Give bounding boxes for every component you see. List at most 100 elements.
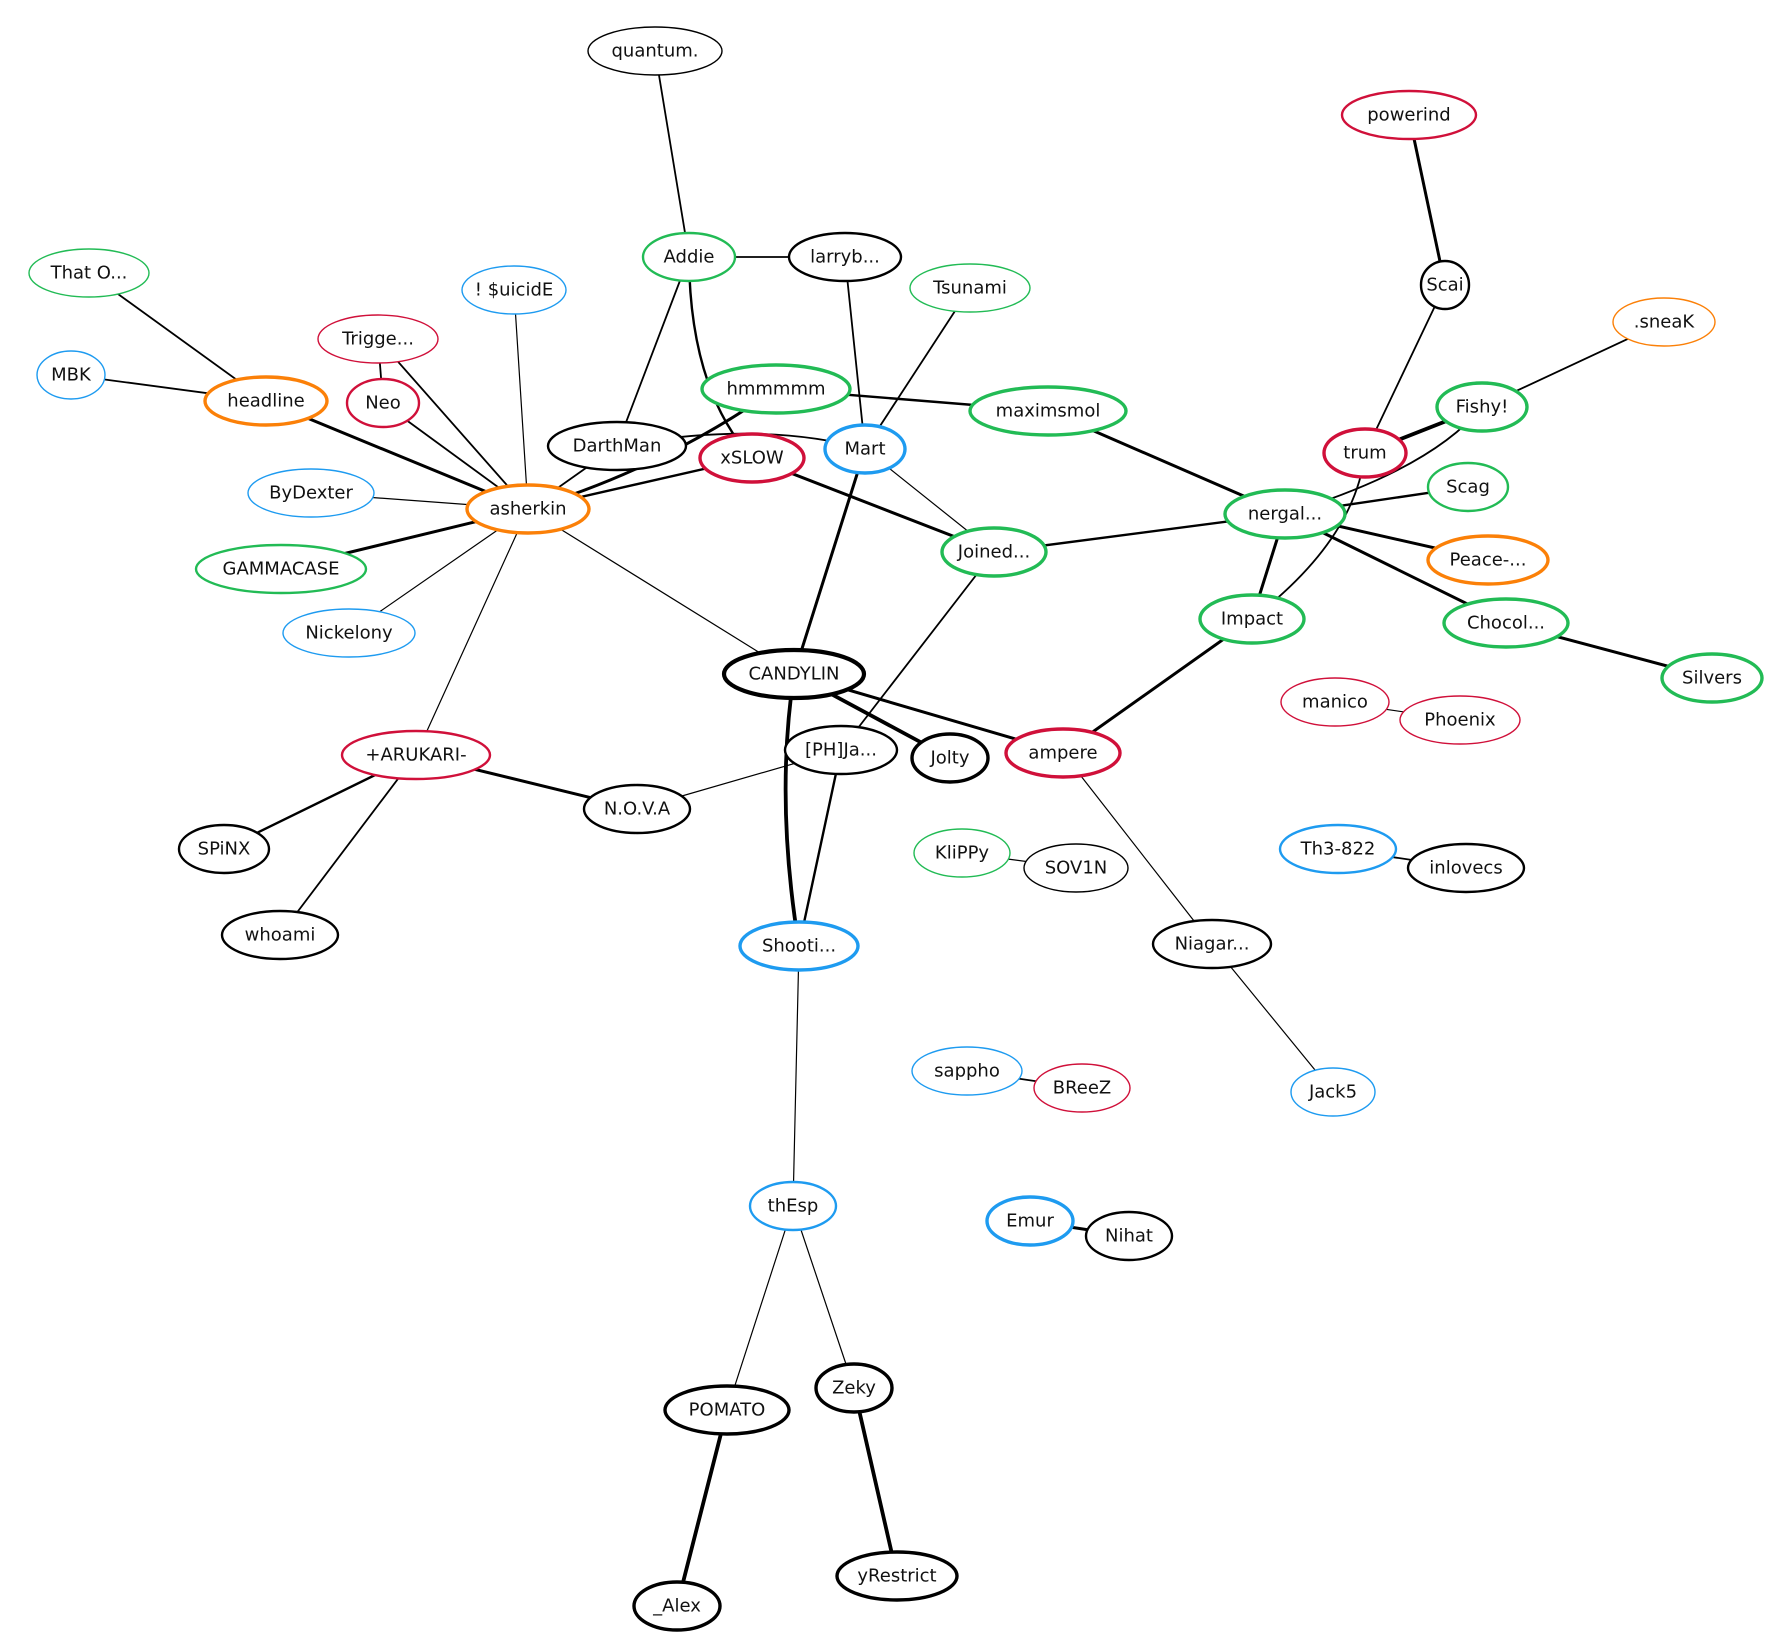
node-th3822[interactable]: Th3-822 [1278,823,1398,875]
node-klippy[interactable]: KliPPy [913,828,1011,878]
node-nova[interactable]: N.O.V.A [582,783,692,835]
node-sappho[interactable]: sappho [911,1046,1023,1096]
node-niagar[interactable]: Niagar... [1151,918,1273,970]
node-hmmmmm[interactable]: hmmmmm [700,363,852,415]
node-gammacase[interactable]: GAMMACASE [194,543,368,595]
node-label: CANDYLIN [748,664,839,685]
node-pomato[interactable]: POMATO [663,1384,791,1436]
node-trum[interactable]: trum [1322,427,1408,479]
node-label: thEsp [768,1196,819,1217]
edge-larryb-mart [844,256,866,450]
node-label: .sneaK [1634,312,1696,333]
node-thesp[interactable]: thEsp [748,1180,838,1232]
node-powerind[interactable]: powerind [1340,89,1478,141]
edge-joined-phja [840,551,995,751]
node-phja[interactable]: [PH]Ja... [783,724,899,776]
node-label: Scai [1426,275,1463,296]
node-jolty[interactable]: Jolty [910,732,990,784]
node-candylin[interactable]: CANDYLIN [721,647,867,701]
node-label: manico [1302,692,1368,713]
edge-zeky-yrestrict [852,1386,899,1578]
node-label: Shooti... [762,936,836,957]
node-label: [PH]Ja... [805,740,877,761]
node-label: sappho [934,1061,1000,1082]
node-larryb[interactable]: larryb... [787,231,903,283]
node-suicide[interactable]: ! $uicidE [461,265,567,315]
node-label: xSLOW [720,448,784,469]
node-addie[interactable]: Addie [641,231,737,283]
node-chocol[interactable]: Chocol... [1442,597,1570,649]
node-fishy[interactable]: Fishy! [1435,381,1529,433]
node-impact[interactable]: Impact [1198,593,1306,645]
node-headline[interactable]: headline [203,375,329,427]
node-emur[interactable]: Emur [985,1195,1075,1247]
node-neo[interactable]: Neo [345,377,421,429]
node-label: Peace-... [1450,550,1527,571]
node-label: Jolty [929,748,969,769]
node-label: trum [1343,443,1386,464]
node-label: KliPPy [935,843,990,864]
edge-thesp-pomato [726,1205,794,1411]
node-scag[interactable]: Scag [1426,461,1510,513]
node-label: Jack5 [1308,1082,1357,1103]
node-joined[interactable]: Joined... [940,526,1048,578]
node-breez[interactable]: BReeZ [1033,1063,1131,1113]
node-nergal[interactable]: nergal... [1223,488,1347,540]
node-spinx[interactable]: SPiNX [177,823,271,875]
node-label: SOV1N [1045,858,1108,879]
edge-mart-candylin [792,447,867,676]
node-maximsmol[interactable]: maximsmol [968,385,1128,437]
node-inlovecs[interactable]: inlovecs [1406,842,1526,894]
node-label: Phoenix [1424,710,1496,731]
node-jack5[interactable]: Jack5 [1290,1067,1376,1117]
node-bydexter[interactable]: ByDexter [247,468,375,518]
node-silvers[interactable]: Silvers [1660,652,1764,704]
node-nickelony[interactable]: Nickelony [282,608,416,658]
node-label: That O... [50,263,128,284]
node-label: Emur [1006,1211,1054,1232]
node-mbk[interactable]: MBK [36,350,106,400]
node-sneak[interactable]: .sneaK [1612,297,1716,347]
node-arukari[interactable]: +ARUKARI- [340,729,492,781]
node-label: Joined... [957,542,1030,563]
edge-candylin-shooti [783,672,801,948]
node-ampere[interactable]: ampere [1004,727,1122,779]
node-trigge[interactable]: Trigge... [317,314,439,364]
node-label: _Alex [652,1596,701,1617]
node-mart[interactable]: Mart [823,423,907,475]
node-label: ByDexter [269,483,353,504]
edge-arukari-whoami [279,754,417,936]
node-yrestrict[interactable]: yRestrict [835,1550,959,1602]
node-scai[interactable]: Scai [1419,259,1471,311]
node-whoami[interactable]: whoami [220,909,340,961]
node-zeky[interactable]: Zeky [814,1362,894,1414]
node-darthman[interactable]: DarthMan [546,420,688,472]
node-label: asherkin [489,499,566,520]
node-label: SPiNX [198,839,251,860]
node-tsunami[interactable]: Tsunami [909,263,1031,313]
node-label: MBK [51,365,92,386]
node-thato[interactable]: That O... [28,248,150,298]
edge-addie-darthman [616,256,690,447]
node-label: Trigge... [341,329,414,350]
node-nihat[interactable]: Nihat [1084,1210,1174,1262]
edge-addie-xslow [687,255,754,460]
node-label: yRestrict [857,1566,936,1587]
node-phoenix[interactable]: Phoenix [1399,695,1521,745]
node-sov1n[interactable]: SOV1N [1023,843,1129,893]
node-label: Neo [365,393,401,414]
node-manico[interactable]: manico [1280,677,1390,727]
node-label: N.O.V.A [604,799,671,820]
node-label: whoami [245,925,316,946]
node-label: GAMMACASE [223,559,340,580]
node-peace[interactable]: Peace-... [1426,534,1550,586]
node-asherkin[interactable]: asherkin [465,483,591,535]
edge-phja-shooti [797,748,843,948]
node-xslow[interactable]: xSLOW [698,432,806,484]
node-label: Scag [1446,477,1490,498]
node-alex[interactable]: _Alex [632,1580,722,1632]
node-label: headline [227,391,304,412]
node-label: Nickelony [305,623,393,644]
node-quantum[interactable]: quantum. [587,26,723,76]
node-shooti[interactable]: Shooti... [738,920,860,972]
